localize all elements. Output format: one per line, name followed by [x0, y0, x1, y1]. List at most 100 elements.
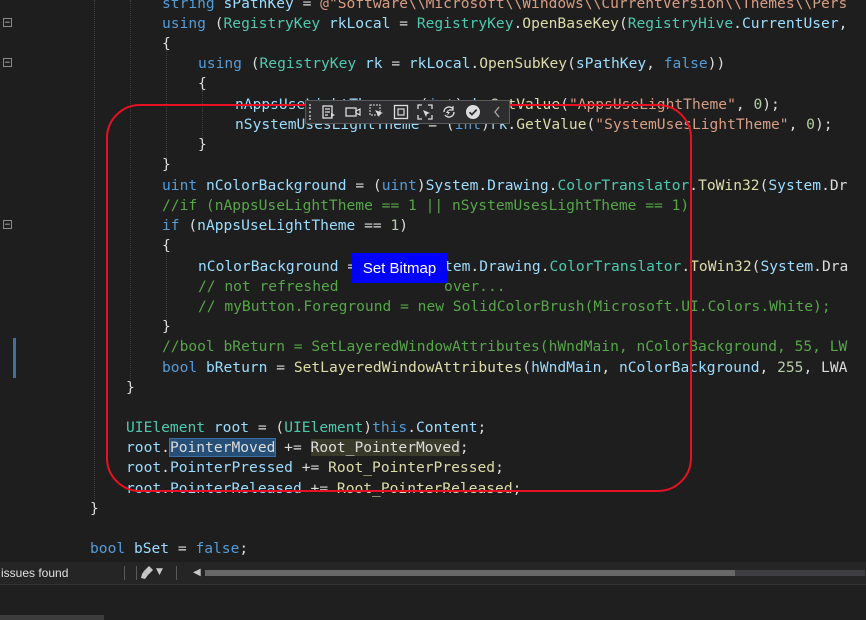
code-line[interactable]: { — [162, 236, 171, 256]
code-line[interactable]: string sPathKey = @"Software\\Microsoft\… — [162, 0, 847, 14]
camera-icon[interactable] — [341, 101, 365, 123]
code-token: // not refreshed — [198, 278, 339, 295]
code-token: . — [470, 55, 480, 72]
code-cleanup-brush-icon[interactable] — [140, 565, 154, 581]
select-element-icon[interactable] — [365, 101, 389, 123]
code-line[interactable]: { — [162, 34, 171, 54]
code-token: PointerReleased — [169, 480, 302, 497]
code-token: = — [390, 15, 417, 32]
code-token: RegistryKey — [259, 55, 365, 72]
code-line[interactable]: UIElement root = (UIElement)this.Content… — [126, 418, 486, 438]
code-token: . — [681, 258, 691, 275]
code-token: = — [293, 0, 321, 12]
code-token: root — [126, 480, 162, 497]
code-token: false — [195, 540, 240, 557]
code-token: false — [663, 55, 708, 72]
code-token: . — [513, 15, 523, 32]
indent-guide — [202, 90, 203, 140]
status-separator — [176, 566, 177, 580]
output-panel — [0, 584, 866, 620]
code-token: } — [198, 136, 207, 153]
code-token: . — [161, 439, 170, 456]
code-line[interactable]: using (RegistryKey rk = rkLocal.OpenSubK… — [198, 54, 725, 74]
code-token: += — [301, 480, 337, 497]
code-line[interactable]: } — [162, 317, 171, 337]
code-token: Root_PointerReleased — [336, 480, 513, 497]
collapse-outline-icon[interactable]: − — [3, 220, 12, 230]
code-token: CurrentUser — [741, 15, 839, 32]
code-token: ToWin32 — [690, 258, 752, 275]
code-token: Drawing — [487, 177, 549, 194]
code-token: UIElement — [284, 419, 364, 436]
code-line[interactable]: uint nColorBackground = (uint)System.Dra… — [162, 176, 847, 196]
code-line[interactable]: } — [162, 155, 171, 175]
code-token: bReturn — [205, 359, 268, 376]
code-token: uint — [162, 177, 206, 194]
issues-status-text[interactable]: issues found — [1, 562, 68, 584]
go-to-live-visual-tree-icon[interactable] — [317, 101, 341, 123]
code-line[interactable]: nColorBackground = (uint)System.Drawing.… — [198, 257, 848, 277]
collapse-chevron-icon[interactable] — [485, 101, 509, 123]
xaml-inapp-toolbar[interactable] — [305, 100, 510, 124]
code-token: ; — [239, 540, 249, 557]
code-line[interactable]: // myButton.Foreground = new SolidColorB… — [198, 297, 831, 317]
code-token: 255 — [777, 359, 804, 376]
code-token: rkLocal — [328, 15, 391, 32]
code-token: sPathKey — [223, 0, 294, 12]
code-token: rk — [364, 55, 383, 72]
code-token: ) — [416, 177, 426, 194]
code-token: using — [162, 15, 215, 32]
code-token: "AppsUseLightTheme" — [568, 96, 736, 113]
code-token: //if (nAppsUseLightTheme == 1 || nSystem… — [162, 197, 690, 214]
code-token: , LWA — [803, 359, 848, 376]
editor-gutter: − − − — [0, 0, 18, 560]
code-token: this — [372, 419, 408, 436]
code-token: ) — [363, 419, 373, 436]
code-line[interactable]: } — [126, 378, 135, 398]
code-token: ColorTranslator — [557, 177, 690, 194]
code-token: if — [162, 217, 189, 234]
track-focus-icon[interactable] — [413, 101, 437, 123]
code-token: OpenSubKey — [479, 55, 568, 72]
code-token: { — [162, 35, 171, 52]
code-token: == — [355, 217, 391, 234]
toolbar-grip-icon[interactable] — [309, 104, 317, 120]
code-line[interactable]: bool bReturn = SetLayeredWindowAttribute… — [162, 358, 847, 378]
collapse-outline-icon[interactable]: − — [3, 58, 12, 68]
code-line[interactable]: root.PointerReleased += Root_PointerRele… — [126, 479, 521, 499]
code-token: { — [162, 237, 171, 254]
horizontal-scrollbar[interactable] — [205, 570, 865, 576]
code-line[interactable]: using (RegistryKey rkLocal = RegistryKey… — [162, 14, 856, 34]
code-line[interactable]: root.PointerPressed += Root_PointerPress… — [126, 458, 504, 478]
hot-reload-icon[interactable] — [437, 101, 461, 123]
code-token: . — [733, 15, 742, 32]
collapse-outline-icon[interactable]: − — [3, 18, 12, 28]
set-bitmap-button[interactable]: Set Bitmap — [352, 253, 447, 283]
scroll-left-icon[interactable]: ◀ — [193, 567, 201, 578]
code-line[interactable]: { — [198, 74, 207, 94]
code-line[interactable]: } — [90, 499, 99, 519]
code-token: ( — [560, 96, 569, 113]
code-token: //bool bReturn = SetLayeredWindowAttribu… — [162, 338, 848, 355]
code-token: System — [425, 177, 479, 194]
verified-check-icon[interactable] — [461, 101, 485, 123]
code-token: UIElement — [126, 419, 214, 436]
code-token: . — [689, 177, 699, 194]
code-line[interactable]: if (nAppsUseLightTheme == 1) — [162, 216, 408, 236]
code-token: RegistryKey — [223, 15, 329, 32]
code-token: 0 — [753, 96, 763, 113]
panel-tab[interactable] — [0, 615, 104, 620]
chevron-down-icon[interactable]: ▼ — [156, 567, 163, 577]
code-line[interactable]: //bool bReturn = SetLayeredWindowAttribu… — [162, 337, 847, 357]
scrollbar-thumb[interactable] — [205, 570, 735, 576]
code-token: = — [169, 540, 196, 557]
code-token: } — [162, 318, 171, 335]
code-line[interactable]: //if (nAppsUseLightTheme == 1 || nSystem… — [162, 196, 689, 216]
code-line[interactable]: root.PointerMoved += Root_PointerMoved; — [126, 438, 469, 458]
code-token: string — [162, 0, 224, 12]
code-token: SetLayeredWindowAttributes — [293, 359, 523, 376]
code-token: } — [90, 500, 99, 517]
code-line[interactable]: bool bSet = false; — [90, 539, 248, 559]
code-line[interactable]: } — [198, 135, 207, 155]
display-layout-adorners-icon[interactable] — [389, 101, 413, 123]
